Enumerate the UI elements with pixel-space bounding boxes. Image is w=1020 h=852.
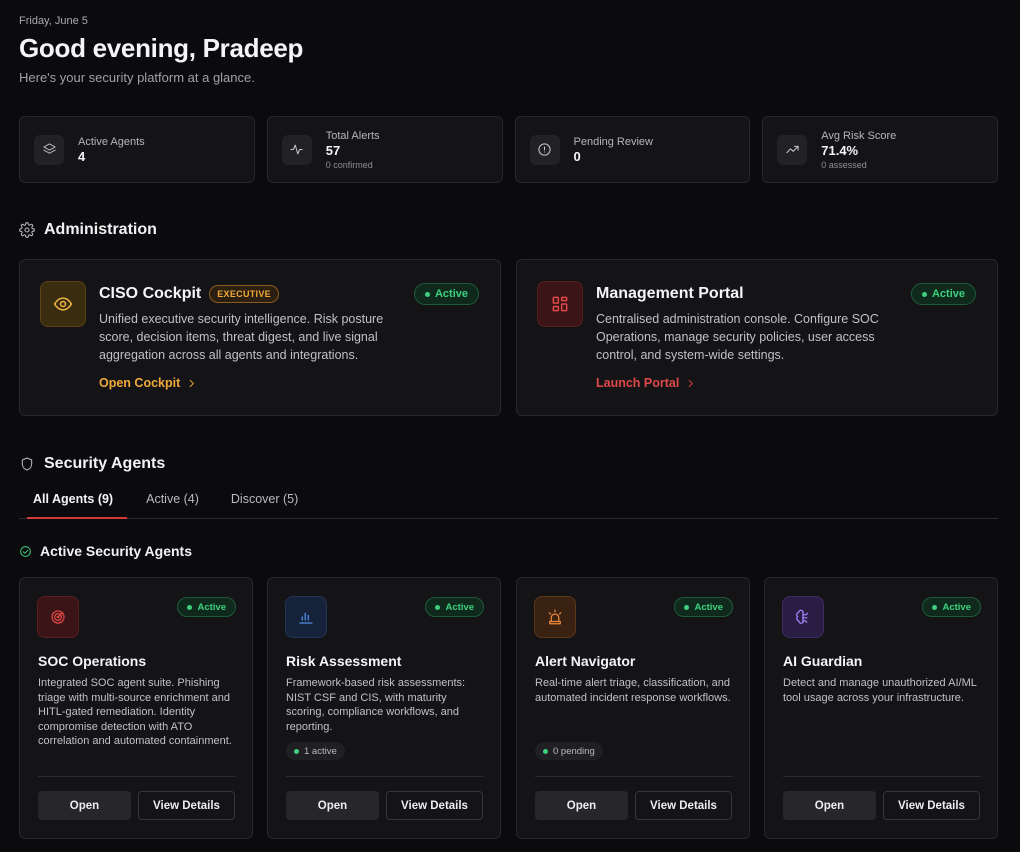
gear-icon [19, 222, 35, 238]
chevron-right-icon [189, 379, 195, 387]
tab-discover[interactable]: Discover (5) [213, 489, 312, 518]
agent-description: Framework-based risk assessments: NIST C… [286, 677, 466, 733]
stat-label: Avg Risk Score [821, 129, 897, 142]
view-details-button[interactable]: View Details [138, 791, 235, 820]
view-details-button[interactable]: View Details [386, 791, 483, 820]
status-badge: Active [425, 597, 484, 617]
view-details-button[interactable]: View Details [883, 791, 980, 820]
agent-title: AI Guardian [783, 653, 863, 669]
status-dot-icon [294, 748, 299, 754]
check-circle-icon [20, 545, 31, 557]
section-title: Administration [44, 221, 157, 238]
bar-chart-icon [285, 596, 327, 638]
card-description: Unified executive security intelligence.… [99, 312, 384, 362]
stat-sub: 0 confirmed [325, 159, 373, 170]
trending-up-icon [777, 134, 808, 165]
date-label: Friday, June 5 [19, 15, 88, 27]
stat-label: Active Agents [78, 135, 145, 148]
tab-active[interactable]: Active (4) [127, 489, 213, 518]
section-title: Security Agents [44, 455, 166, 472]
stat-value: 57 [325, 142, 341, 158]
open-button[interactable]: Open [535, 791, 628, 820]
open-button[interactable]: Open [38, 791, 131, 820]
administration-heading: Administration [19, 221, 157, 239]
open-button[interactable]: Open [783, 791, 876, 820]
open-button[interactable]: Open [286, 791, 379, 820]
status-badge: Active [922, 597, 981, 617]
card-title: CISO Cockpit [99, 285, 202, 302]
executive-badge: EXECUTIVE [209, 285, 279, 303]
card-title: Management Portal [596, 285, 744, 302]
agent-tabs: All Agents (9) Active (4) Discover (5) [19, 489, 998, 519]
tab-all-agents[interactable]: All Agents (9) [19, 489, 128, 519]
agent-card-risk-assessment: Active Risk Assessment Framework-based r… [267, 577, 501, 839]
stat-value: 71.4% [821, 142, 859, 158]
layout-grid-icon [537, 281, 583, 327]
divider [38, 776, 236, 777]
status-badge: Active [674, 597, 733, 617]
brain-icon [782, 596, 824, 638]
status-dot-icon [543, 748, 548, 754]
meta-badge: 1 active [286, 742, 345, 760]
meta-badge: 0 pending [535, 742, 603, 760]
stat-label: Total Alerts [325, 129, 380, 142]
card-description: Centralised administration console. Conf… [596, 312, 879, 362]
security-agents-heading: Security Agents [19, 455, 165, 473]
divider [535, 776, 733, 777]
layers-icon [34, 134, 64, 165]
stat-card-total-alerts: Total Alerts 57 0 confirmed [266, 116, 503, 183]
stat-card-pending-review: Pending Review 0 [514, 116, 751, 183]
active-agents-heading: Active Security Agents [19, 543, 192, 559]
stat-card-active-agents: Active Agents 4 [19, 116, 255, 183]
agent-description: Integrated SOC agent suite. Phishing tri… [38, 677, 232, 747]
status-dot-icon [921, 291, 927, 297]
stat-card-avg-risk-score: Avg Risk Score 71.4% 0 assessed [762, 116, 998, 183]
divider [783, 776, 981, 777]
management-portal-card[interactable]: Management Portal Active Centralised adm… [516, 259, 998, 416]
status-badge: Active [910, 283, 976, 305]
agent-card-alert-navigator: Active Alert Navigator Real-time alert t… [516, 577, 750, 839]
view-details-button[interactable]: View Details [635, 791, 732, 820]
agent-card-ai-guardian: Active AI Guardian Detect and manage una… [764, 577, 998, 839]
radar-icon [37, 596, 79, 638]
agent-title: SOC Operations [38, 653, 147, 669]
siren-icon [534, 596, 576, 638]
status-dot-icon [684, 604, 690, 610]
open-cockpit-link[interactable]: Open Cockpit [99, 376, 197, 390]
page-title: Good evening, Pradeep [19, 33, 304, 63]
agent-title: Risk Assessment [286, 653, 402, 669]
status-dot-icon [435, 604, 441, 610]
status-badge: Active [177, 597, 236, 617]
chevron-right-icon [689, 379, 694, 387]
status-badge: Active [413, 283, 479, 305]
agent-description: Real-time alert triage, classification, … [535, 677, 731, 704]
agent-card-soc-operations: Active SOC Operations Integrated SOC age… [19, 577, 253, 839]
stat-sub: 0 assessed [821, 159, 867, 170]
eye-icon [40, 281, 86, 327]
divider [286, 776, 484, 777]
stat-label: Pending Review [573, 135, 654, 148]
page-subtitle: Here's your security platform at a glanc… [19, 70, 255, 85]
status-dot-icon [424, 291, 430, 297]
shield-icon [21, 457, 33, 471]
agent-description: Detect and manage unauthorized AI/ML too… [783, 677, 977, 704]
ciso-cockpit-card[interactable]: CISO Cockpit EXECUTIVE Active Unified ex… [19, 259, 501, 416]
agent-title: Alert Navigator [535, 653, 636, 669]
stats-row: Active Agents 4 Total Alerts 57 0 confir… [19, 116, 998, 183]
status-dot-icon [932, 604, 938, 610]
stat-value: 4 [78, 148, 86, 164]
status-dot-icon [187, 604, 193, 610]
alert-circle-icon [529, 134, 560, 165]
stat-value: 0 [573, 148, 581, 164]
launch-portal-link[interactable]: Launch Portal [596, 376, 696, 390]
activity-icon [281, 134, 312, 165]
